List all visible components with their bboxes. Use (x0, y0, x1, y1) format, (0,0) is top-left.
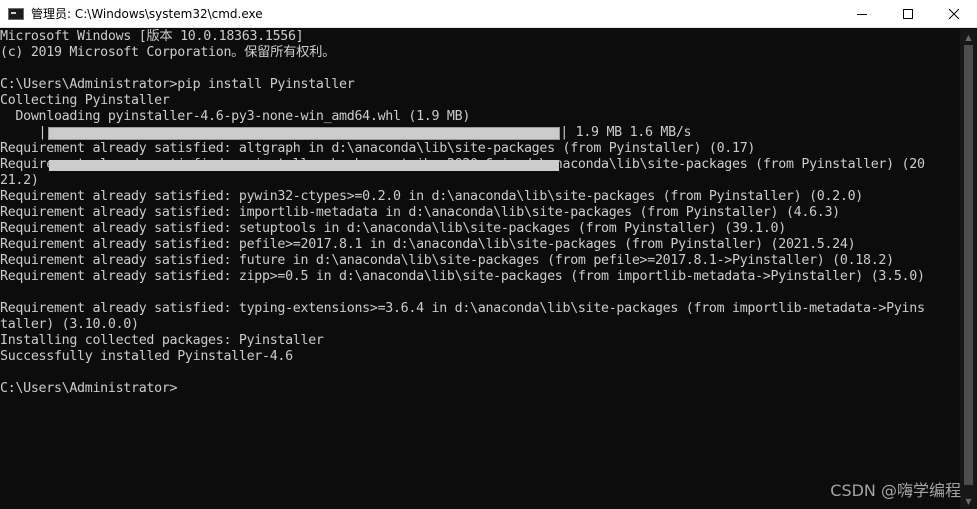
progress-indent: | (0, 125, 47, 140)
scroll-up-arrow-icon[interactable]: ▲ (960, 29, 977, 45)
console-line: Requirement already satisfied: setuptool… (0, 221, 786, 236)
console-line: Requirement already satisfied: future in… (0, 253, 894, 268)
console-line: taller) (3.10.0.0) (0, 317, 139, 332)
console-line: Requirement already satisfied: pywin32-c… (0, 189, 864, 204)
console-line: Requirement already satisfied: importlib… (0, 205, 840, 220)
cmd-icon (8, 7, 24, 20)
maximize-icon (903, 9, 913, 19)
minimize-button[interactable] (839, 0, 885, 28)
vertical-scrollbar[interactable]: ▲ ▼ (960, 29, 977, 509)
scroll-down-arrow-icon[interactable]: ▼ (960, 493, 977, 509)
console-line: Requirement already satisfied: pyinstall… (0, 157, 925, 172)
close-icon (949, 9, 959, 19)
console-line: Requirement already satisfied: pefile>=2… (0, 237, 856, 252)
scrollbar-thumb[interactable] (964, 45, 973, 485)
maximize-button[interactable] (885, 0, 931, 28)
window-title: 管理员: C:\Windows\system32\cmd.exe (31, 7, 263, 21)
console-line: Microsoft Windows [版本 10.0.18363.1556] (0, 29, 304, 44)
console-line: C:\Users\Administrator>pip install Pyins… (0, 77, 355, 92)
console-line: C:\Users\Administrator> (0, 381, 178, 396)
progress-suffix: | 1.9 MB 1.6 MB/s (560, 125, 692, 140)
console-line: Downloading pyinstaller-4.6-py3-none-win… (0, 109, 471, 124)
console-line: Installing collected packages: Pyinstall… (0, 333, 324, 348)
console-line: Requirement already satisfied: altgraph … (0, 141, 756, 156)
title-bar[interactable]: 管理员: C:\Windows\system32\cmd.exe (0, 0, 977, 28)
console-line: Collecting Pyinstaller (0, 93, 170, 108)
console-line: Successfully installed Pyinstaller-4.6 (0, 349, 293, 364)
console-line: Requirement already satisfied: zipp>=0.5… (0, 269, 925, 284)
console-output[interactable]: Microsoft Windows [版本 10.0.18363.1556] (c… (0, 29, 960, 509)
console-line: Requirement already satisfied: typing-ex… (0, 301, 925, 316)
minimize-icon (857, 14, 867, 15)
progress-bar (48, 126, 561, 171)
close-button[interactable] (931, 0, 977, 28)
watermark: CSDN @嗨学编程 (830, 481, 961, 500)
window-controls (839, 0, 977, 28)
console-lines-top: Microsoft Windows [版本 10.0.18363.1556] (c… (0, 29, 960, 125)
console-line: (c) 2019 Microsoft Corporation。保留所有权利。 (0, 45, 336, 60)
download-progress-line: | | 1.9 MB 1.6 MB/s (0, 125, 960, 171)
